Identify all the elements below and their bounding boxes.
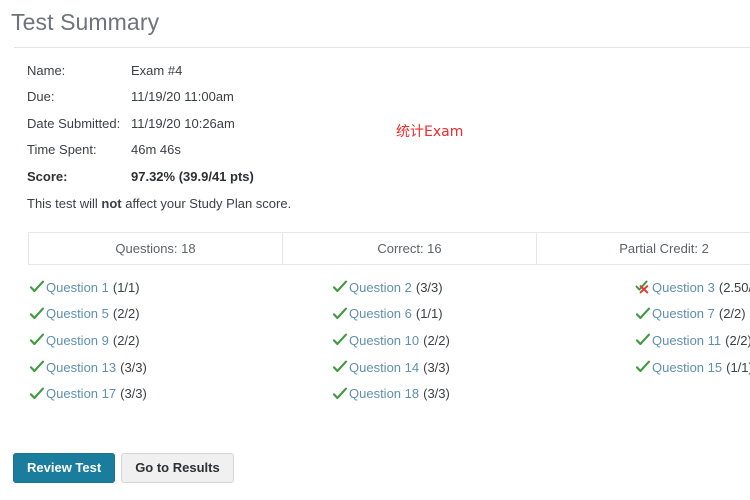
check-icon [29,307,46,321]
check-icon [29,387,46,401]
question-score: (2.50/3) [718,279,750,295]
check-icon [29,333,46,347]
question-row: Question 6 (1/1) [332,301,635,328]
summary-row: Due: 11/19/20 11:00am [27,89,357,115]
question-row: Question 13 (3/3) [29,354,332,381]
check-icon [332,360,349,374]
summary-label: Time Spent: [27,142,97,158]
stat-cell: Questions: 18 [29,233,283,264]
question-score: (1/1) [415,306,443,322]
stat-cell: Partial Credit: 2 [619,241,709,256]
stat-cell: Correct: 16 [283,233,537,264]
page-title: Test Summary [11,9,160,35]
question-score: (2/2) [112,332,140,348]
stats-bar: Questions: 18 Correct: 16 Partial Credit: … [28,232,750,265]
check-icon [635,333,652,347]
check-icon [332,387,349,401]
check-icon [332,307,349,321]
question-score: (1/1) [726,359,750,375]
question-row: Question 18 (3/3) [332,380,635,407]
question-score: (2/2) [423,332,450,348]
summary-value: 97.32% (39.9/41 pts) [131,168,254,184]
summary-label: Score: [27,168,68,184]
question-score: (3/3) [423,386,450,402]
summary-label: Due: [27,89,55,105]
summary-row: Score: 97.32% (39.9/41 pts) [27,169,357,195]
question-row: Question 10 (2/2) [332,327,635,354]
summary-panel [14,47,750,48]
question-column: Question 1 (1/1) Question 5 (2/2) Question 9… [29,274,332,407]
summary-label: Name: [27,63,66,78]
question-row: Question 15 (1/1) [635,354,750,381]
question-row: Question 9 (2/2) [29,327,332,354]
question-link[interactable]: Question 6 [349,306,412,321]
note-emphasis: not [101,196,122,211]
question-row: Question 7 (2/2) [635,301,750,328]
question-score: (1/1) [112,279,140,295]
check-icon [332,333,349,347]
summary-fields: Name: Exam #4 Due: 11/19/20 11:00am Date Sub… [27,63,357,195]
question-link[interactable]: Question 7 [652,306,715,321]
question-link[interactable]: Question 14 [349,360,419,375]
summary-value: 46m 46s [131,142,181,158]
question-row: Question 3(2.50/3) [635,274,750,301]
check-icon [29,280,46,294]
question-column: Question 2 (3/3) Question 6 (1/1) Question 1… [332,274,635,407]
red-annotation: 统计Exam [396,124,464,140]
question-row: Question 14 (3/3) [332,354,635,381]
question-score: (3/3) [120,359,147,375]
question-score: (2/2) [718,306,746,322]
question-link[interactable]: Question 10 [349,333,419,348]
summary-label: Date Submitted: [27,115,121,131]
note-prefix: This test will [27,196,102,211]
question-link[interactable]: Question 15 [652,360,722,375]
question-link[interactable]: Question 17 [46,386,116,401]
question-link[interactable]: Question 2 [349,280,412,295]
question-link[interactable]: Question 11 [652,333,721,348]
question-link[interactable]: Question 5 [46,306,109,321]
question-row: Question 11 (2/2) [635,327,750,354]
question-row: Question 2 (3/3) [332,274,635,301]
summary-row: Date Submitted: 11/19/20 10:26am [27,116,357,142]
summary-row: Time Spent: 46m 46s [27,142,357,168]
check-icon [332,280,349,294]
question-row: Question 17 (3/3) [29,380,332,407]
question-link[interactable]: Question 13 [46,360,116,375]
question-column: Question 3(2.50/3)Question 7(2/2)Questio… [635,274,750,407]
question-score: (2/2) [112,306,140,322]
question-link[interactable]: Question 1 [46,280,109,295]
question-row: Question 5 (2/2) [29,301,332,328]
question-score: (3/3) [120,386,147,402]
question-grid: Question 1 (1/1) Question 5 (2/2) Question 9… [29,274,750,407]
check-icon [635,307,652,321]
action-buttons: Review Test Go to Results [13,453,234,483]
check-icon [29,360,46,374]
check-icon [635,360,652,374]
summary-value: Exam #4 [131,63,183,78]
question-link[interactable]: Question 3 [652,280,715,295]
question-link[interactable]: Question 9 [46,333,109,348]
question-link[interactable]: Question 18 [349,386,419,401]
go-to-results-button[interactable]: Go to Results [121,453,234,483]
question-score: (2/2) [725,332,750,348]
test-summary-page: Test Summary Name: Exam #4 Due: 11/19/20 11… [0,0,750,500]
partial-credit-icon [635,280,652,294]
question-row: Question 1 (1/1) [29,274,332,301]
question-score: (3/3) [415,279,443,295]
study-plan-note: This test will not affect your Study Pla… [27,196,291,211]
summary-row: Name: Exam #4 [27,63,357,89]
summary-value: 11/19/20 10:26am [131,115,235,131]
note-suffix: affect your Study Plan score. [121,196,292,211]
question-score: (3/3) [423,359,450,375]
summary-value: 11/19/20 11:00am [131,89,234,105]
review-test-button[interactable]: Review Test [13,453,116,483]
